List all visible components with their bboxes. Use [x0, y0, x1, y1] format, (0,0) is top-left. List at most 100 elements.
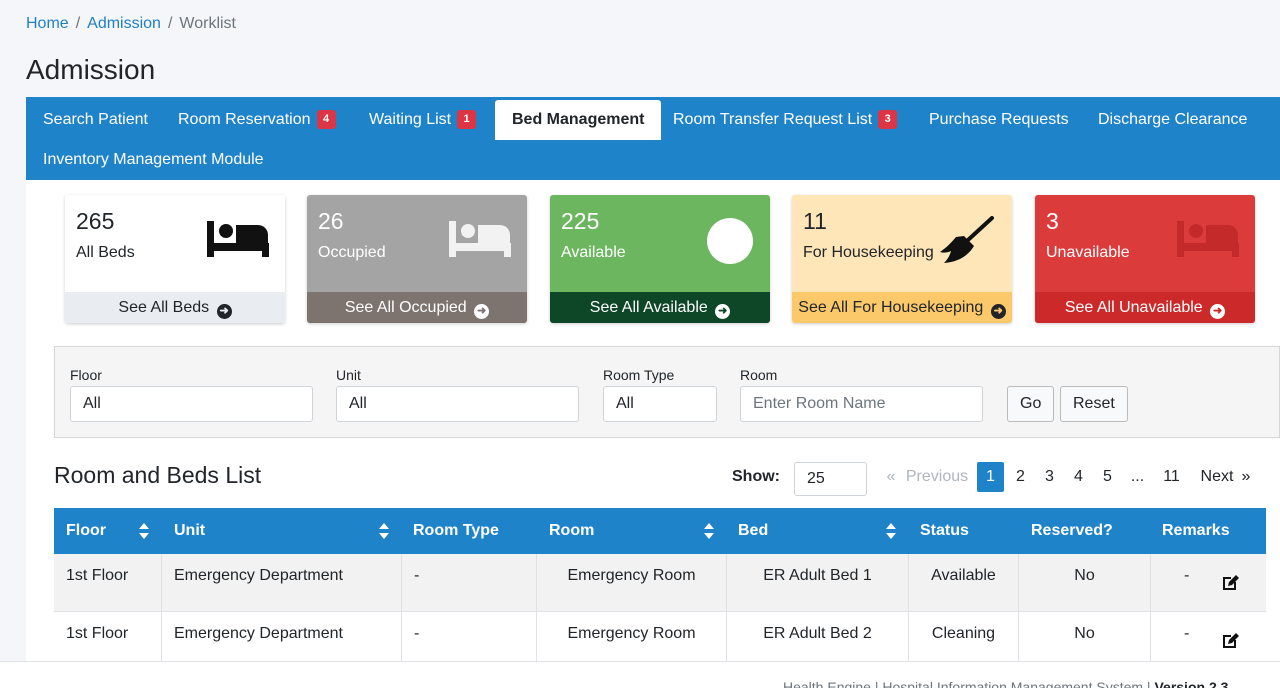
housekeeping-card: 11 For Housekeeping See All For Housekee…: [792, 195, 1012, 323]
cell-remarks: -: [1184, 567, 1190, 584]
tab-label: Bed Management: [512, 111, 645, 128]
page-title: Admission: [26, 54, 156, 85]
column-header-floor[interactable]: Floor: [66, 508, 106, 554]
tab-label: Room Transfer Request List: [673, 111, 873, 128]
tab-label: Room Reservation: [178, 111, 311, 128]
cell-room: Emergency Room: [537, 612, 727, 661]
edit-icon[interactable]: [1222, 632, 1240, 649]
reset-button[interactable]: Reset: [1060, 386, 1128, 422]
arrow-circle-right-icon: ➜: [990, 304, 1006, 319]
sort-icon[interactable]: [704, 523, 714, 539]
page-4-link[interactable]: 4: [1065, 462, 1092, 492]
column-header-room-type: Room Type: [413, 522, 499, 539]
room-type-select[interactable]: All: [603, 386, 717, 422]
count-badge: 3: [878, 110, 898, 129]
arrow-circle-right-icon: ➜: [1210, 304, 1226, 319]
breadcrumb: Home / Admission / Worklist: [26, 15, 236, 33]
cell-room-type: -: [402, 612, 537, 661]
see-all-housekeeping-link[interactable]: See All For Housekeeping ➜: [792, 292, 1012, 323]
tab-label: Discharge Clearance: [1098, 111, 1248, 128]
footer-version: Version 2.3: [1154, 679, 1229, 688]
cell-unit: Emergency Department: [162, 612, 402, 661]
sort-icon[interactable]: [379, 523, 389, 539]
cell-room: Emergency Room: [537, 554, 727, 612]
cell-status: Cleaning: [909, 612, 1019, 661]
unit-select[interactable]: All: [336, 386, 579, 422]
cell-floor: 1st Floor: [54, 612, 162, 661]
table-row: 1st Floor Emergency Department - Emergen…: [54, 612, 1266, 661]
column-header-room[interactable]: Room: [549, 508, 594, 554]
breadcrumb-current: Worklist: [179, 15, 236, 32]
tab-search-patient[interactable]: Search Patient: [26, 100, 165, 140]
tab-bed-management[interactable]: Bed Management: [495, 100, 662, 140]
tab-waiting-list[interactable]: Waiting List 1: [352, 100, 493, 140]
see-all-occupied-link[interactable]: See All Occupied ➜: [307, 292, 527, 323]
page-footer: Health Engine | Hospital Information Man…: [0, 661, 1280, 688]
page-11-link[interactable]: 11: [1158, 462, 1185, 492]
tab-room-transfer-request-list[interactable]: Room Transfer Request List 3: [656, 100, 914, 140]
list-title: Room and Beds List: [54, 462, 262, 488]
available-card: 225 Available See All Available ➜: [550, 195, 770, 323]
card-count: 11: [803, 208, 827, 234]
floor-select[interactable]: All: [70, 386, 313, 422]
cell-reserved: No: [1019, 612, 1151, 661]
footer-system-name: Health Engine | Hospital Information Man…: [783, 679, 1151, 688]
card-count: 3: [1046, 208, 1059, 234]
sort-icon[interactable]: [139, 523, 149, 539]
arrow-circle-right-icon: ➜: [216, 304, 232, 319]
footer-text: Health Engine | Hospital Information Man…: [783, 679, 1228, 688]
page-3-link[interactable]: 3: [1036, 462, 1063, 492]
breadcrumb-separator: /: [75, 15, 81, 32]
card-label: All Beds: [76, 244, 135, 261]
page-5-link[interactable]: 5: [1094, 462, 1121, 492]
breadcrumb-separator: /: [167, 15, 173, 32]
see-all-unavailable-link[interactable]: See All Unavailable ➜: [1035, 292, 1255, 323]
bed-icon: [1177, 221, 1239, 257]
card-link-label: See All For Housekeeping: [798, 299, 984, 316]
see-all-beds-link[interactable]: See All Beds ➜: [65, 292, 285, 323]
cell-reserved: No: [1019, 554, 1151, 612]
sort-icon[interactable]: [886, 523, 896, 539]
edit-icon[interactable]: [1222, 574, 1240, 591]
page-2-link[interactable]: 2: [1007, 462, 1034, 492]
column-header-reserved: Reserved?: [1031, 522, 1113, 539]
filter-panel: Floor All Unit All Room Type All Room En…: [54, 346, 1280, 438]
previous-arrow: «: [886, 468, 896, 485]
go-button[interactable]: Go: [1007, 386, 1055, 422]
all-beds-card: 265 All Beds See All Beds ➜: [65, 195, 285, 323]
room-type-label: Room Type: [603, 367, 675, 383]
tab-discharge-clearance[interactable]: Discharge Clearance: [1081, 100, 1264, 140]
tab-inventory-management-module[interactable]: Inventory Management Module: [26, 140, 281, 180]
card-count: 26: [318, 208, 344, 234]
page-size-select[interactable]: 25: [794, 462, 867, 496]
unavailable-card: 3 Unavailable See All Unavailable ➜: [1035, 195, 1255, 323]
card-link-label: See All Unavailable: [1064, 299, 1203, 316]
see-all-available-link[interactable]: See All Available ➜: [550, 292, 770, 323]
card-count: 265: [76, 208, 115, 234]
tab-purchase-requests[interactable]: Purchase Requests: [912, 100, 1086, 140]
tab-label: Search Patient: [43, 111, 148, 128]
page-ellipsis: ...: [1130, 468, 1145, 485]
next-arrow: »: [1241, 468, 1251, 485]
bed-icon: [207, 221, 269, 257]
column-header-remarks: Remarks: [1162, 522, 1230, 539]
tab-room-reservation[interactable]: Room Reservation 4: [161, 100, 353, 140]
circle-icon: [707, 218, 753, 264]
previous-link[interactable]: Previous: [902, 462, 972, 492]
page-1-link[interactable]: 1: [977, 462, 1004, 492]
breadcrumb-home-link[interactable]: Home: [26, 15, 69, 32]
column-header-unit[interactable]: Unit: [174, 508, 205, 554]
room-name-input[interactable]: Enter Room Name: [740, 386, 983, 422]
tab-label: Waiting List: [369, 111, 452, 128]
cell-unit: Emergency Department: [162, 554, 402, 612]
broom-icon: [940, 216, 994, 263]
column-header-status: Status: [920, 522, 969, 539]
next-link[interactable]: Next: [1197, 462, 1237, 492]
breadcrumb-admission-link[interactable]: Admission: [87, 15, 161, 32]
tab-label: Inventory Management Module: [43, 151, 264, 168]
card-label: Unavailable: [1046, 244, 1130, 261]
floor-label: Floor: [70, 367, 102, 383]
arrow-circle-right-icon: ➜: [474, 304, 490, 319]
cell-room-type: -: [402, 554, 537, 612]
column-header-bed[interactable]: Bed: [738, 508, 768, 554]
